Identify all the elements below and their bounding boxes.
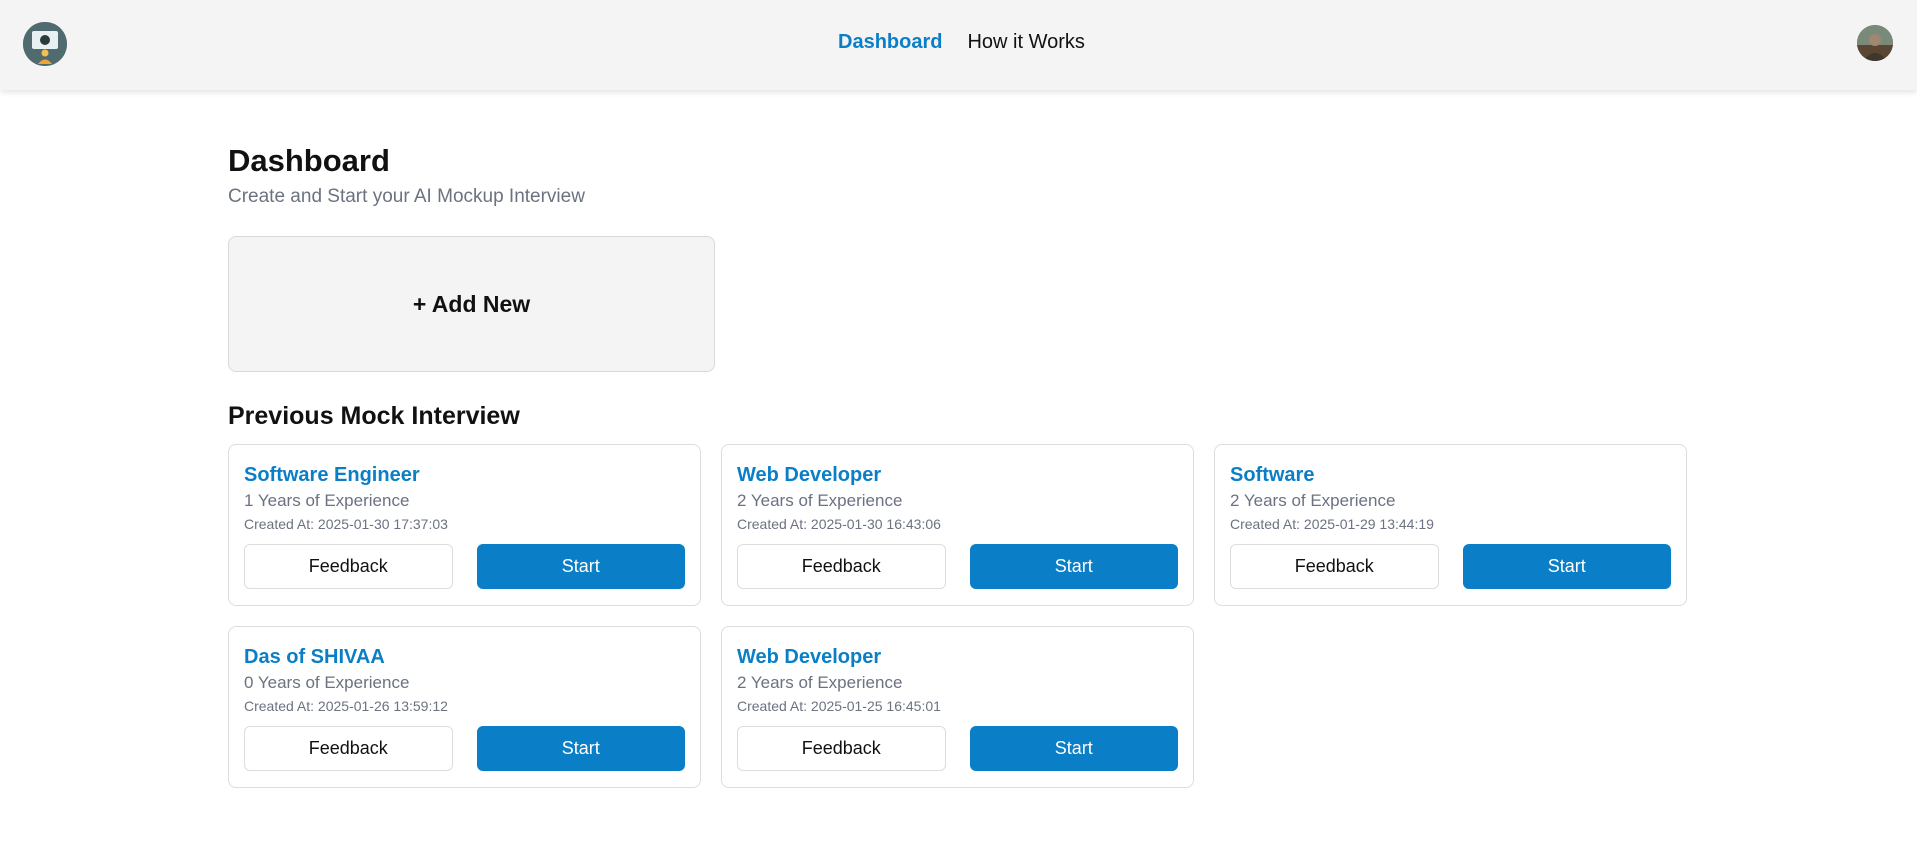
interview-created-at: Created At: 2025-01-30 16:43:06: [737, 516, 941, 532]
card-actions: Feedback Start: [244, 726, 685, 771]
feedback-button[interactable]: Feedback: [737, 544, 946, 589]
start-button[interactable]: Start: [476, 726, 685, 771]
interview-experience: 0 Years of Experience: [244, 673, 410, 692]
interview-card: Das of SHIVAA 0 Years of Experience Crea…: [228, 626, 701, 788]
interview-title: Web Developer: [737, 646, 882, 668]
interview-experience: 2 Years of Experience: [1230, 491, 1396, 510]
page-subtitle: Create and Start your AI Mockup Intervie…: [228, 186, 585, 207]
start-button[interactable]: Start: [969, 726, 1178, 771]
start-button[interactable]: Start: [969, 544, 1178, 589]
feedback-button[interactable]: Feedback: [244, 544, 453, 589]
feedback-button[interactable]: Feedback: [737, 726, 946, 771]
interview-created-at: Created At: 2025-01-26 13:59:12: [244, 698, 448, 714]
interview-title: Das of SHIVAA: [244, 646, 385, 668]
start-button[interactable]: Start: [476, 544, 685, 589]
interview-card: Software Engineer 1 Years of Experience …: [228, 444, 701, 606]
top-navbar: Dashboard How it Works: [0, 0, 1917, 90]
interview-title: Web Developer: [737, 464, 882, 486]
interview-experience: 1 Years of Experience: [244, 491, 410, 510]
dashboard-main: Dashboard Create and Start your AI Mocku…: [228, 143, 1688, 788]
feedback-button[interactable]: Feedback: [244, 726, 453, 771]
interview-title: Software: [1230, 464, 1315, 486]
interview-created-at: Created At: 2025-01-25 16:45:01: [737, 698, 941, 714]
previous-interviews-heading: Previous Mock Interview: [228, 402, 520, 430]
card-actions: Feedback Start: [737, 726, 1178, 771]
nav-how-it-works[interactable]: How it Works: [967, 31, 1084, 54]
main-nav: Dashboard How it Works: [838, 31, 1085, 54]
interview-card: Web Developer 2 Years of Experience Crea…: [721, 626, 1194, 788]
interview-card-grid: Software Engineer 1 Years of Experience …: [228, 444, 1688, 788]
start-button[interactable]: Start: [1462, 544, 1671, 589]
interview-title: Software Engineer: [244, 464, 420, 486]
interview-card: Software 2 Years of Experience Created A…: [1214, 444, 1687, 606]
feedback-button[interactable]: Feedback: [1230, 544, 1439, 589]
interview-logo-icon[interactable]: [23, 22, 67, 66]
interview-card: Web Developer 2 Years of Experience Crea…: [721, 444, 1194, 606]
add-new-interview-button[interactable]: + Add New: [228, 236, 715, 372]
nav-dashboard[interactable]: Dashboard: [838, 31, 942, 54]
interview-created-at: Created At: 2025-01-29 13:44:19: [1230, 516, 1434, 532]
user-avatar-icon[interactable]: [1857, 25, 1893, 61]
card-actions: Feedback Start: [244, 544, 685, 589]
interview-created-at: Created At: 2025-01-30 17:37:03: [244, 516, 448, 532]
page-title: Dashboard: [228, 143, 390, 178]
interview-experience: 2 Years of Experience: [737, 673, 903, 692]
card-actions: Feedback Start: [737, 544, 1178, 589]
card-actions: Feedback Start: [1230, 544, 1671, 589]
interview-experience: 2 Years of Experience: [737, 491, 903, 510]
